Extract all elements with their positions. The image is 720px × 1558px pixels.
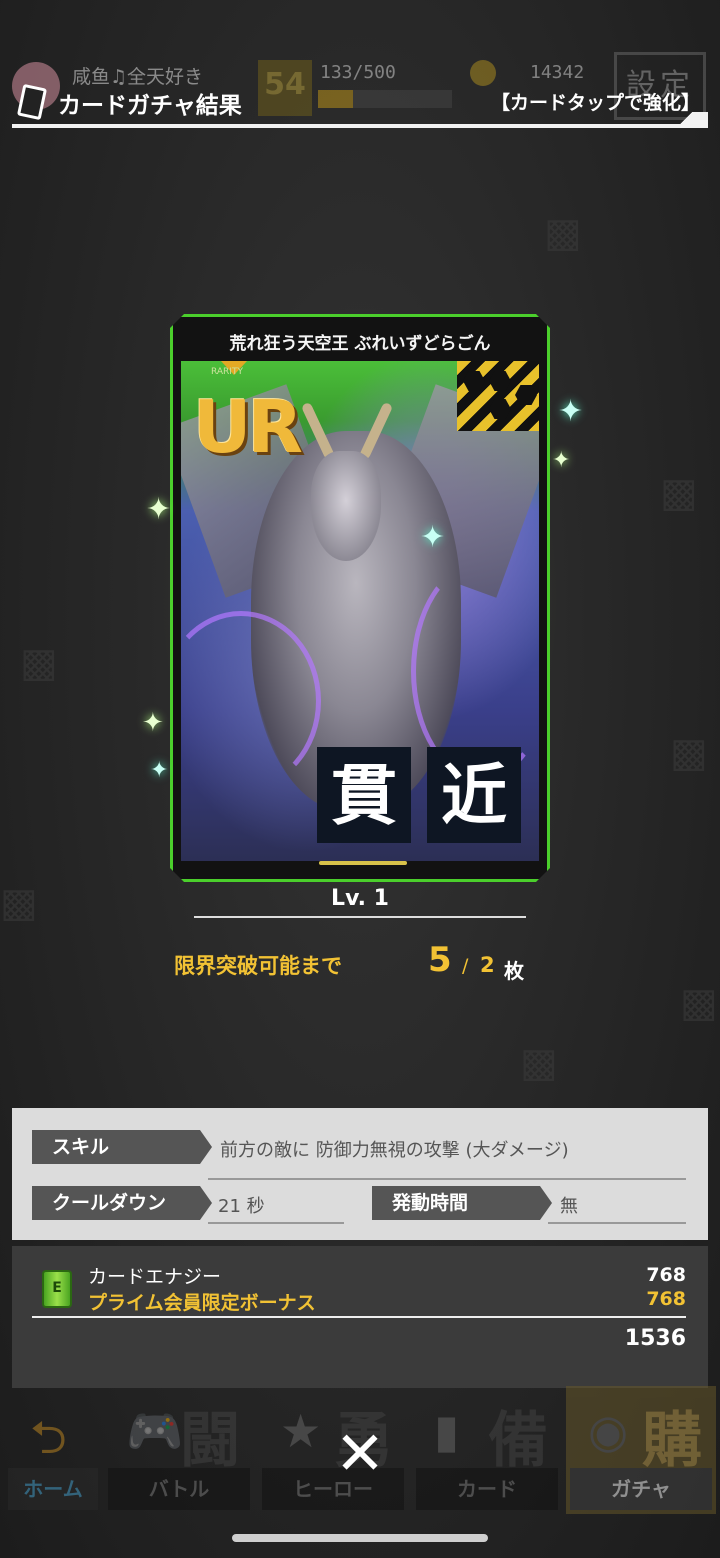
- prime-bonus-value: 768: [646, 1288, 686, 1310]
- limit-break-separator: /: [462, 955, 469, 977]
- result-header: カードガチャ結果 【カードタップで強化】: [12, 80, 708, 128]
- range-type-melee: 近: [427, 747, 521, 843]
- sparkle-icon: ✦: [420, 520, 446, 555]
- home-indicator[interactable]: [232, 1534, 488, 1542]
- header-underline: [12, 124, 708, 128]
- background-decoration: ▩: [680, 980, 718, 1026]
- card-energy-label: カードエナジー: [88, 1266, 222, 1288]
- nav-gacha-label: ガチャ: [570, 1468, 712, 1510]
- limit-break-label: 限界突破可能まで: [174, 954, 342, 978]
- energy-barrel-icon: [42, 1270, 72, 1308]
- card-name: 荒れ狂う天空王 ぶれいずどらごん: [229, 334, 491, 354]
- background-decoration: ▩: [520, 1040, 558, 1086]
- card-level: Lv. 1: [331, 886, 389, 911]
- attack-type-pierce: 貫: [317, 747, 411, 843]
- activation-time-chip: 発動時間: [372, 1186, 552, 1220]
- gamepad-icon: 🎮: [126, 1404, 184, 1458]
- background-decoration: ▩: [670, 730, 708, 776]
- header-underline-tip: [664, 112, 708, 124]
- sparkle-icon: ✦: [142, 708, 164, 738]
- cooldown-value: 21 秒: [218, 1196, 265, 1217]
- card-artwork: RARITY UR 貫 近: [181, 361, 539, 861]
- skill-chip: スキル: [32, 1130, 212, 1164]
- energy-divider: [32, 1316, 686, 1318]
- nav-battle-kanji: 闘: [180, 1406, 240, 1476]
- dragon-head: [311, 451, 381, 561]
- energy-total: 1536: [624, 1326, 686, 1351]
- nav-card[interactable]: 備 ▮ カード: [412, 1386, 562, 1514]
- card-icon: [16, 83, 48, 121]
- sparkle-icon: ✦: [558, 394, 584, 429]
- gacha-capsule-icon: ◉: [588, 1404, 629, 1458]
- limit-break-unit: 枚: [504, 959, 524, 983]
- nav-card-kanji: 備: [488, 1406, 548, 1476]
- cooldown-divider: [208, 1222, 344, 1224]
- level-divider: [194, 916, 526, 918]
- activation-divider: [548, 1222, 686, 1224]
- card-bottom-bar: [319, 861, 407, 865]
- skill-divider: [208, 1178, 686, 1180]
- rarity-label: RARITY: [211, 367, 243, 377]
- close-button[interactable]: ✕: [330, 1424, 390, 1484]
- skill-panel: スキル 前方の敵に 防御力無視の攻撃 (大ダメージ) クールダウン 21 秒 発…: [12, 1108, 708, 1240]
- rarity-badge: UR: [193, 385, 303, 469]
- tap-to-upgrade-hint: 【カードタップで強化】: [490, 92, 700, 114]
- nav-battle-label: バトル: [108, 1468, 250, 1510]
- background-decoration: ▩: [544, 210, 582, 256]
- sparkle-icon: ✦: [146, 492, 172, 527]
- prime-bonus-label: プライム会員限定ボーナス: [88, 1292, 316, 1314]
- nav-battle[interactable]: 闘 🎮 バトル: [104, 1386, 254, 1514]
- nav-gacha[interactable]: 購 ◉ ガチャ: [566, 1386, 716, 1514]
- page-title: カードガチャ結果: [58, 93, 242, 119]
- background-decoration: ▩: [660, 470, 698, 516]
- sparkle-icon: ✦: [552, 448, 571, 473]
- card-energy-value: 768: [646, 1264, 686, 1286]
- cooldown-chip: クールダウン: [32, 1186, 212, 1220]
- nav-home-label: ホーム: [8, 1468, 98, 1510]
- nav-card-label: カード: [416, 1468, 558, 1510]
- activation-time-value: 無: [560, 1196, 578, 1217]
- limit-break-required: 2: [480, 953, 495, 977]
- nav-gacha-kanji: 購: [642, 1406, 702, 1476]
- nav-home[interactable]: ⮌ ホーム: [8, 1386, 102, 1514]
- sparkle-icon: ✦: [150, 758, 169, 783]
- background-decoration: ▩: [20, 640, 58, 686]
- skill-description: 前方の敵に 防御力無視の攻撃 (大ダメージ): [220, 1140, 569, 1161]
- gacha-card[interactable]: 荒れ狂う天空王 ぶれいずどらごん RARITY UR 貫 近: [170, 314, 550, 882]
- limit-break-count: 5: [428, 940, 452, 980]
- card-energy-panel: カードエナジー プライム会員限定ボーナス 768 768 1536: [12, 1246, 708, 1388]
- card-deck-icon: ▮: [434, 1404, 460, 1458]
- hero-icon: ★: [280, 1404, 322, 1458]
- element-hex-icon: [457, 361, 539, 431]
